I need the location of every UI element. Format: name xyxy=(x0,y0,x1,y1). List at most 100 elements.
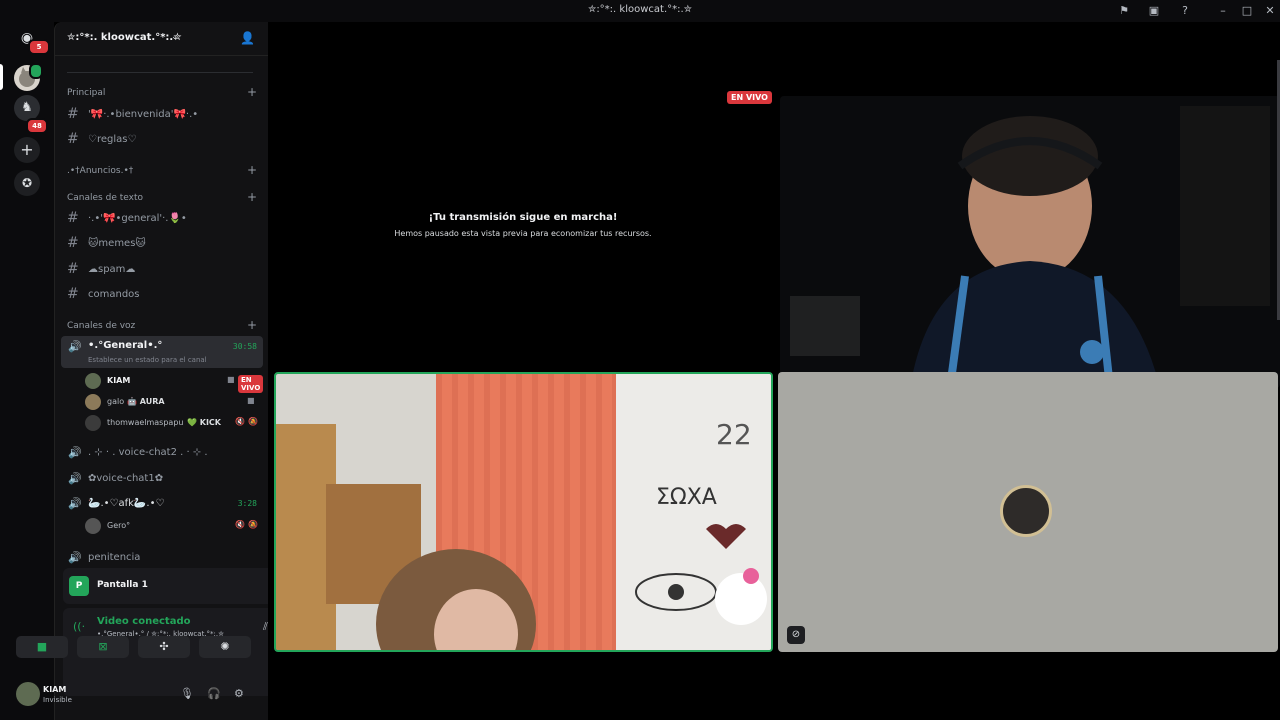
speaker-icon: 🔊 xyxy=(68,340,82,353)
camera-button[interactable]: ■ xyxy=(16,636,68,658)
close-icon[interactable]: ✕ xyxy=(1262,3,1278,19)
avatar xyxy=(85,415,101,431)
muted-mic-icon: 🔇 xyxy=(235,520,245,529)
activities-button[interactable]: ✣ xyxy=(138,636,190,658)
voice-member-thomwael[interactable]: thomwaelmaspapu 💚 KICK 🔇 🔕 xyxy=(85,414,261,432)
deafened-icon: 🔕 xyxy=(248,417,258,426)
screen-share-label: Pantalla 1 xyxy=(97,580,148,590)
guild-name: ✮:°*:. kloowcat.°*:.✮ xyxy=(67,32,182,43)
add-channel-icon[interactable]: + xyxy=(247,85,257,99)
minimize-icon[interactable]: – xyxy=(1215,3,1231,19)
stream-paused-subtitle: Hemos pausado esta vista previa para eco… xyxy=(394,229,652,238)
voice-stage: EN VIVO ¡Tu transmisión sigue en marcha!… xyxy=(268,22,1280,720)
voice-timer: 30:58 xyxy=(232,342,257,351)
member-tag: 🤖 AURA xyxy=(127,397,165,406)
home-badge: 5 xyxy=(28,39,50,55)
headphones-icon[interactable]: 🎧 xyxy=(207,687,221,700)
channel-name: ·.•'🎀•general'·.🌷• xyxy=(88,213,187,224)
hashtag-icon: # xyxy=(67,210,79,226)
screen-app-icon: P xyxy=(69,576,89,596)
room-video: ΣΩXA 22 xyxy=(276,374,771,650)
channel-name: penitencia xyxy=(88,552,141,563)
voice-channel-general[interactable]: 🔊 •.°General•.° 30:58 Establece un estad… xyxy=(61,336,263,368)
invite-people-icon[interactable]: 👤 xyxy=(240,31,255,45)
category-texto[interactable]: Canales de texto xyxy=(67,193,143,203)
add-channel-icon[interactable]: + xyxy=(247,318,257,332)
channel-name: ♡reglas♡ xyxy=(88,134,137,145)
voice-member-galo[interactable]: galo 🤖 AURA ■ xyxy=(85,393,261,411)
active-server-pill xyxy=(0,64,3,90)
channel-bienvenida[interactable]: # '🎀·.•bienvenida'🎀·.• xyxy=(61,104,263,126)
channel-name: 🐱memes🐱 xyxy=(88,238,146,249)
speaker-icon: 🔊 xyxy=(68,472,82,485)
voice-member-kiam[interactable]: KIAM ■ EN VIVO xyxy=(85,372,264,393)
folder-badge: 48 xyxy=(26,118,48,134)
microphone-icon[interactable]: 🎙 xyxy=(180,687,194,700)
voice-channel-afk[interactable]: 🔊 🦢.•♡afk🦢.•♡ 3:28 xyxy=(61,493,263,515)
user-name[interactable]: KIAM xyxy=(43,685,66,694)
channel-spam[interactable]: # ☁spam☁ xyxy=(61,259,263,281)
category-principal[interactable]: Principal xyxy=(67,88,105,98)
divider xyxy=(67,72,253,73)
channel-general-text[interactable]: # ·.•'🎀•general'·.🌷• xyxy=(61,208,263,230)
channel-sidebar: ✮:°*:. kloowcat.°*:.✮ ⌄ 👤 Principal + # '… xyxy=(54,22,311,720)
avatar xyxy=(85,394,101,410)
channel-memes[interactable]: # 🐱memes🐱 xyxy=(61,233,263,255)
channel-comandos[interactable]: # comandos xyxy=(61,284,263,306)
discover-icon[interactable]: ✪ xyxy=(14,170,40,196)
inbox-flag-icon[interactable]: ⚑ xyxy=(1116,3,1132,19)
voice-status[interactable]: Video conectado xyxy=(97,616,190,627)
add-channel-icon[interactable]: + xyxy=(247,190,257,204)
channel-status[interactable]: Establece un estado para el canal xyxy=(88,356,207,364)
category-voz[interactable]: Canales de voz xyxy=(67,321,135,331)
svg-text:ΣΩXA: ΣΩXA xyxy=(656,485,717,510)
user-status: Invisible xyxy=(43,696,72,704)
channel-reglas[interactable]: # ♡reglas♡ xyxy=(61,129,263,151)
settings-gear-icon[interactable]: ⚙ xyxy=(234,687,244,700)
hashtag-icon: # xyxy=(67,286,79,302)
deafened-icon: 🔕 xyxy=(248,520,258,529)
voice-channel-penitencia[interactable]: 🔊 penitencia xyxy=(61,547,263,569)
video-tile-galo[interactable]: ΣΩXA 22 xyxy=(274,372,773,652)
webcam-video xyxy=(780,96,1280,388)
user-avatar[interactable] xyxy=(16,682,40,706)
video-tile-kiam[interactable] xyxy=(780,96,1280,388)
stream-paused-title: ¡Tu transmisión sigue en marcha! xyxy=(428,212,618,223)
screen-share-icon[interactable]: ▣ xyxy=(1146,3,1162,19)
muted-mic-icon: 🔇 xyxy=(235,417,245,426)
svg-text:22: 22 xyxy=(716,418,752,451)
voice-channel-chat2[interactable]: 🔊 . ⊹ · . voice-chat2 . · ⊹ . xyxy=(61,442,263,464)
voice-timer: 3:28 xyxy=(237,499,257,508)
maximize-icon[interactable]: □ xyxy=(1239,3,1255,19)
screen-share-button[interactable]: ⊠ xyxy=(77,636,129,658)
hide-video-icon[interactable]: ⊘ xyxy=(787,626,805,644)
channel-name: •.°General•.° xyxy=(88,340,163,351)
help-icon[interactable]: ? xyxy=(1177,3,1193,19)
guild-header[interactable]: ✮:°*:. kloowcat.°*:.✮ ⌄ 👤 xyxy=(55,22,269,56)
member-tag: 💚 KICK xyxy=(187,418,221,427)
voice-member-gero[interactable]: Gero° 🔇 🔕 xyxy=(85,517,261,535)
window-titlebar: ✮:°*:. kloowcat.°*:.✮ ⚑ ▣ ? – □ ✕ xyxy=(0,0,1280,22)
channel-name: ✿voice-chat1✿ xyxy=(88,473,164,484)
live-badge: EN VIVO xyxy=(727,91,772,104)
add-server-icon[interactable]: + xyxy=(14,137,40,163)
avatar xyxy=(85,518,101,534)
member-name: KIAM xyxy=(107,376,131,385)
camera-icon: ■ xyxy=(247,396,255,405)
member-name: galo xyxy=(107,397,125,406)
member-name: thomwaelmaspapu xyxy=(107,418,184,427)
avatar xyxy=(85,373,101,389)
member-name: Gero° xyxy=(107,521,131,530)
voice-channel-chat1[interactable]: 🔊 ✿voice-chat1✿ xyxy=(61,468,263,490)
add-channel-icon[interactable]: + xyxy=(247,163,257,177)
hashtag-icon: # xyxy=(67,261,79,277)
hashtag-icon: # xyxy=(67,106,79,122)
participant-avatar xyxy=(1000,485,1052,537)
channel-name: comandos xyxy=(88,289,140,300)
server-voice-indicator xyxy=(29,63,43,79)
video-tile-avatar[interactable]: ⊘ xyxy=(778,372,1278,652)
category-anuncios[interactable]: .•†Anuncios.•† xyxy=(67,166,133,176)
speaker-icon: 🔊 xyxy=(68,497,82,510)
soundboard-button[interactable]: ✺ xyxy=(199,636,251,658)
signal-icon[interactable]: ((· xyxy=(73,620,85,633)
